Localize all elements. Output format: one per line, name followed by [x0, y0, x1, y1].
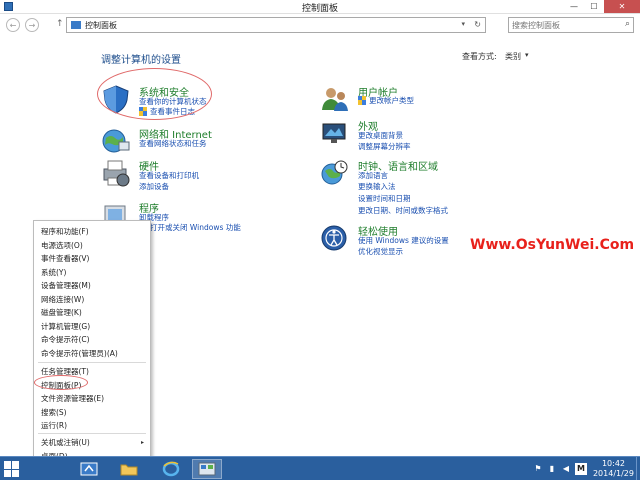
menu-item[interactable]: 计算机管理(G) — [34, 320, 150, 333]
maximize-button[interactable]: ☐ — [584, 0, 604, 13]
action-center-flag-icon[interactable]: ⚑ — [533, 464, 543, 474]
search-box[interactable]: ⌕ — [508, 17, 634, 33]
category-link[interactable]: 更改日期、时间或数字格式 — [358, 205, 448, 216]
category-link[interactable]: 设置时间和日期 — [358, 193, 411, 204]
power-user-menu: 程序和功能(F) 电源选项(O) 事件查看器(V) 系统(Y) 设备管理器(M)… — [33, 220, 151, 464]
appearance-icon[interactable] — [320, 118, 350, 148]
control-panel-taskbar-button[interactable] — [192, 459, 222, 479]
back-button[interactable]: ← — [6, 18, 20, 32]
menu-item[interactable]: 程序和功能(F) — [34, 225, 150, 238]
network-icon[interactable]: ▮ — [547, 464, 557, 474]
chevron-down-icon[interactable]: ▾ — [461, 20, 465, 28]
menu-item[interactable]: 命令提示符(管理员)(A) — [34, 347, 150, 360]
category-link[interactable]: 添加语言 — [358, 170, 388, 181]
category-ease-of-access: 轻松使用 使用 Windows 建议的设置 优化视觉显示 — [320, 223, 480, 259]
menu-item[interactable]: 系统(Y) — [34, 266, 150, 279]
menu-item[interactable]: 文件资源管理器(E) — [34, 392, 150, 405]
address-bar: ← → ↑ 控制面板 ▾ ↻ ⌕ — [0, 14, 640, 36]
category-appearance: 外观 更改桌面背景 调整屏幕分辨率 — [320, 118, 460, 154]
menu-item[interactable]: 事件查看器(V) — [34, 252, 150, 265]
category-clock-language-region: 时钟、语言和区域 添加语言 更换输入法 设置时间和日期 更改日期、时间或数字格式 — [320, 158, 480, 216]
page-title: 调整计算机的设置 — [101, 55, 181, 66]
windows-logo-tile — [12, 461, 19, 469]
chevron-down-icon[interactable]: ▾ — [525, 51, 529, 59]
view-by-dropdown[interactable]: 类别 — [505, 51, 521, 62]
internet-explorer-icon — [162, 461, 180, 477]
menu-separator — [38, 433, 146, 434]
menu-item[interactable]: 命令提示符(C) — [34, 333, 150, 346]
category-link[interactable]: 更改帐户类型 — [358, 95, 414, 106]
volume-icon[interactable]: ◀ — [561, 464, 571, 474]
menu-item[interactable]: 网络连接(W) — [34, 293, 150, 306]
category-user-accounts: 用户帐户 更改帐户类型 — [320, 84, 460, 114]
menu-item[interactable]: 搜索(S) — [34, 406, 150, 419]
up-button[interactable]: ↑ — [56, 19, 64, 29]
folder-icon — [120, 464, 138, 476]
close-button[interactable]: ✕ — [604, 0, 640, 13]
category-link[interactable]: 更改桌面背景 — [358, 130, 403, 141]
chevron-right-icon: ▸ — [140, 439, 144, 446]
clock-globe-icon[interactable] — [320, 158, 350, 188]
category-link[interactable]: 查看设备和打印机 — [139, 170, 199, 181]
category-network-internet: 网络和 Internet 查看网络状态和任务 — [101, 126, 241, 156]
minimize-button[interactable]: — — [564, 0, 584, 13]
show-desktop-button[interactable] — [636, 457, 640, 480]
clock-date: 2014/1/29 — [592, 469, 634, 478]
highlight-annotation — [34, 375, 88, 390]
windows-logo-tile — [4, 461, 11, 469]
windows-logo-tile — [12, 469, 19, 477]
menu-item[interactable]: 电源选项(O) — [34, 239, 150, 252]
search-input[interactable] — [509, 18, 614, 32]
menu-item[interactable]: 磁盘管理(K) — [34, 306, 150, 319]
control-panel-icon — [198, 462, 216, 476]
taskbar: ⚑ ▮ ◀ M 10:42 2014/1/29 — [0, 456, 640, 480]
category-link[interactable]: 调整屏幕分辨率 — [358, 141, 411, 152]
category-hardware: 硬件 查看设备和打印机 添加设备 — [101, 158, 241, 194]
ease-of-access-icon[interactable] — [320, 223, 350, 253]
server-manager-icon — [80, 462, 98, 476]
address-box[interactable]: 控制面板 ▾ ↻ — [66, 17, 486, 33]
window-controls: — ☐ ✕ — [564, 0, 640, 13]
search-icon[interactable]: ⌕ — [625, 19, 630, 29]
refresh-icon[interactable]: ↻ — [474, 20, 481, 29]
view-by-label: 查看方式: — [462, 52, 497, 61]
category-link[interactable]: 打开或关闭 Windows 功能 — [139, 222, 241, 233]
forward-button[interactable]: → — [25, 18, 39, 32]
clock[interactable]: 10:42 2014/1/29 — [593, 459, 634, 479]
menu-item-shutdown[interactable]: 关机或注销(U) ▸ — [34, 436, 150, 449]
category-link[interactable]: 更换输入法 — [358, 181, 396, 192]
clock-time: 10:42 — [601, 459, 626, 468]
watermark: Www.OsYunWei.Com — [470, 237, 635, 253]
start-button[interactable] — [4, 461, 20, 477]
file-explorer-taskbar-button[interactable] — [114, 459, 144, 479]
category-link[interactable]: 使用 Windows 建议的设置 — [358, 235, 449, 246]
network-globe-icon[interactable] — [101, 126, 131, 156]
control-panel-icon — [71, 21, 81, 29]
menu-item-label: 关机或注销(U) — [41, 438, 90, 447]
highlight-annotation — [97, 68, 212, 120]
server-manager-taskbar-button[interactable] — [74, 459, 104, 479]
menu-separator — [38, 362, 146, 363]
windows-logo-tile — [4, 469, 11, 477]
category-link[interactable]: 添加设备 — [139, 181, 169, 192]
input-method-indicator[interactable]: M — [574, 463, 587, 475]
menu-item[interactable]: 设备管理器(M) — [34, 279, 150, 292]
users-icon[interactable] — [320, 84, 350, 114]
category-link[interactable]: 查看网络状态和任务 — [139, 138, 207, 149]
address-path[interactable]: 控制面板 — [85, 20, 117, 31]
category-link[interactable]: 优化视觉显示 — [358, 246, 403, 257]
printer-icon[interactable] — [101, 158, 131, 188]
internet-explorer-taskbar-button[interactable] — [156, 459, 186, 479]
menu-item[interactable]: 运行(R) — [34, 419, 150, 432]
system-tray: ⚑ ▮ ◀ M 10:42 2014/1/29 — [533, 459, 636, 479]
window-title: 控制面板 — [301, 4, 338, 14]
title-bar: 控制面板 — ☐ ✕ — [0, 0, 640, 14]
